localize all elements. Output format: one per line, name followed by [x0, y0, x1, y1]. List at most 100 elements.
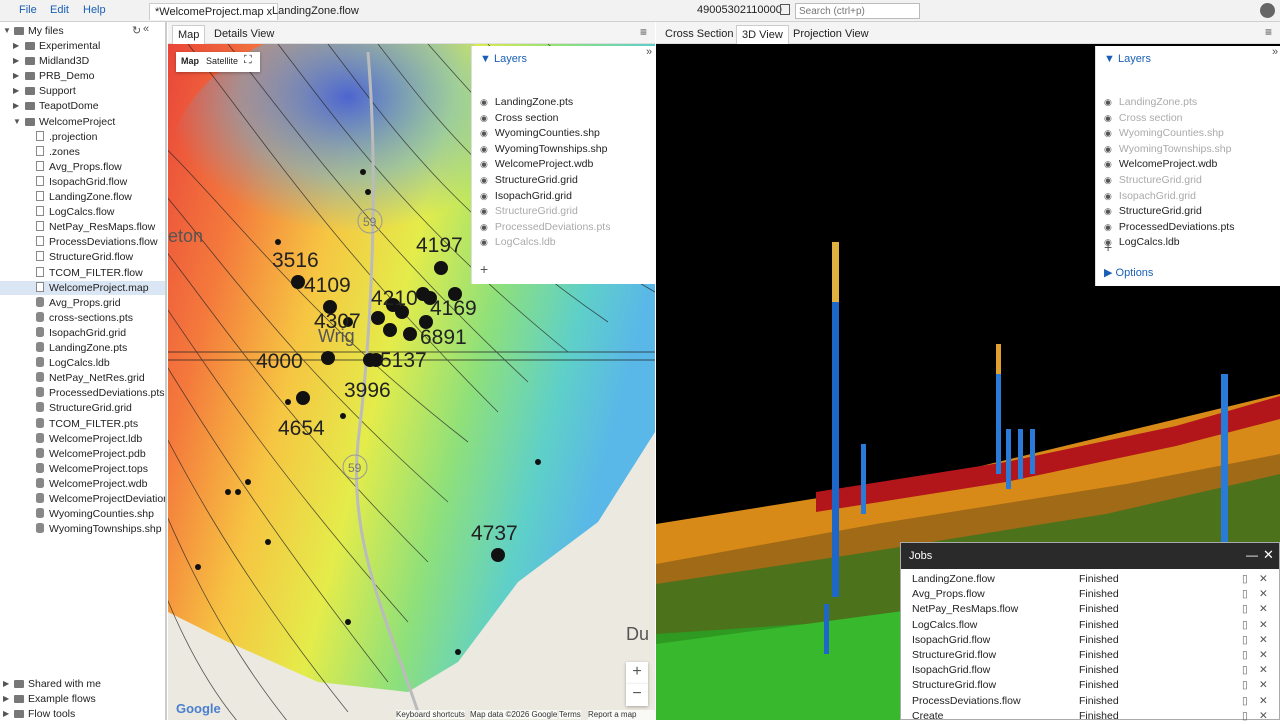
log-file-icon[interactable]: ▯ — [1242, 588, 1248, 600]
eye-icon[interactable]: ◉ — [480, 237, 492, 248]
tree-file[interactable]: LandingZone.pts — [0, 341, 165, 355]
eye-icon[interactable]: ◉ — [480, 206, 492, 217]
layers-header[interactable]: ▼ Layers — [1104, 53, 1151, 65]
log-file-icon[interactable]: ▯ — [1242, 573, 1248, 585]
add-layer-button[interactable]: + — [480, 261, 488, 277]
menu-file[interactable]: File — [19, 4, 37, 16]
well-marker[interactable] — [195, 564, 201, 570]
eye-icon[interactable]: ◉ — [480, 144, 492, 155]
tree-folder[interactable]: TeapotDome — [25, 99, 99, 113]
user-avatar-icon[interactable] — [1260, 3, 1275, 18]
expand-icon[interactable]: ▶ — [13, 41, 19, 50]
dismiss-icon[interactable]: ✕ — [1259, 603, 1268, 615]
tree-file[interactable]: NetPay_ResMaps.flow — [0, 220, 165, 234]
eye-icon[interactable]: ◉ — [1104, 97, 1116, 108]
eye-icon[interactable]: ◉ — [480, 97, 492, 108]
menu-help[interactable]: Help — [83, 4, 106, 16]
well-marker[interactable] — [296, 391, 310, 405]
tree-file[interactable]: cross-sections.pts — [0, 311, 165, 325]
tree-file[interactable]: ProcessedDeviations.pts — [0, 386, 165, 400]
well-marker[interactable] — [245, 479, 251, 485]
tree-file[interactable]: WelcomeProjectDeviations — [0, 492, 165, 506]
eye-icon[interactable]: ◉ — [480, 222, 492, 233]
well-marker[interactable] — [365, 189, 371, 195]
well-marker[interactable] — [265, 539, 271, 545]
eye-icon[interactable]: ◉ — [1104, 206, 1116, 217]
well-marker[interactable] — [360, 169, 366, 175]
eye-icon[interactable]: ◉ — [480, 175, 492, 186]
eye-icon[interactable]: ◉ — [1104, 191, 1116, 202]
layer-item[interactable]: ◉ ProcessedDeviations.pts — [1104, 221, 1234, 235]
menu-icon[interactable]: ≡ — [640, 26, 647, 38]
eye-icon[interactable]: ◉ — [1104, 159, 1116, 170]
expand-icon[interactable]: ▶ — [13, 101, 19, 110]
well-marker[interactable] — [491, 548, 505, 562]
well-marker[interactable] — [455, 649, 461, 655]
expand-icon[interactable]: ▶ — [3, 679, 9, 688]
layer-item[interactable]: ◉ IsopachGrid.grid — [480, 190, 572, 204]
eye-icon[interactable]: ◉ — [1104, 144, 1116, 155]
tree-file[interactable]: TCOM_FILTER.pts — [0, 417, 165, 431]
layer-item[interactable]: ◉ Cross section — [480, 112, 559, 126]
tab-landingzone-flow[interactable]: LandingZone.flow — [267, 3, 364, 20]
attrib-shortcuts[interactable]: Keyboard shortcuts — [396, 710, 465, 719]
layer-item[interactable]: ◉ LandingZone.pts — [1104, 96, 1197, 110]
zoom-out-button[interactable]: − — [626, 684, 648, 706]
dismiss-icon[interactable]: ✕ — [1259, 695, 1268, 707]
log-file-icon[interactable]: ▯ — [1242, 603, 1248, 615]
tree-folder[interactable]: WelcomeProject — [25, 115, 115, 129]
well-marker[interactable] — [383, 323, 397, 337]
close-icon[interactable]: ✕ — [1263, 547, 1274, 563]
refresh-icon[interactable]: ↻ — [132, 24, 141, 37]
tree-file[interactable]: WelcomeProject.ldb — [0, 432, 165, 446]
layer-item[interactable]: ◉ Cross section — [1104, 112, 1183, 126]
eye-icon[interactable]: ◉ — [480, 159, 492, 170]
attrib-report-error[interactable]: Report a map error — [588, 710, 655, 720]
well-marker[interactable] — [371, 311, 385, 325]
tree-file[interactable]: WelcomeProject.tops — [0, 462, 165, 476]
log-file-icon[interactable]: ▯ — [1242, 649, 1248, 661]
tab-projection-view[interactable]: Projection View — [788, 25, 874, 43]
attrib-terms[interactable]: Terms — [559, 710, 581, 719]
tree-file[interactable]: IsopachGrid.flow — [0, 175, 165, 189]
layer-item[interactable]: ◉ StructureGrid.grid — [1104, 174, 1202, 188]
well-marker[interactable] — [535, 459, 541, 465]
tree-file[interactable]: WyomingCounties.shp — [0, 507, 165, 521]
log-file-icon[interactable]: ▯ — [1242, 679, 1248, 691]
fullscreen-icon[interactable]: ⛶ — [244, 54, 252, 67]
eye-icon[interactable]: ◉ — [480, 128, 492, 139]
collapse-panel-icon[interactable]: » — [646, 46, 652, 58]
layer-item[interactable]: ◉ WyomingCounties.shp — [1104, 127, 1224, 141]
tree-file[interactable]: WyomingTownships.shp — [0, 522, 165, 536]
well-marker[interactable] — [235, 489, 241, 495]
tab-3d-view[interactable]: 3D View — [736, 25, 789, 44]
expand-icon[interactable]: ▶ — [13, 71, 19, 80]
layer-item[interactable]: ◉ WelcomeProject.wdb — [480, 158, 593, 172]
well-marker[interactable] — [340, 413, 346, 419]
menu-edit[interactable]: Edit — [50, 4, 69, 16]
expand-icon[interactable]: ▶ — [13, 86, 19, 95]
dismiss-icon[interactable]: ✕ — [1259, 664, 1268, 676]
tree-file[interactable]: IsopachGrid.grid — [0, 326, 165, 340]
layer-item[interactable]: ◉ StructureGrid.grid — [480, 205, 578, 219]
map-type-map[interactable]: Map — [181, 56, 199, 66]
layer-item[interactable]: ◉ WyomingCounties.shp — [480, 127, 600, 141]
copy-icon[interactable] — [780, 4, 790, 15]
layer-item[interactable]: ◉ LogCalcs.ldb — [1104, 236, 1180, 250]
zoom-in-button[interactable]: + — [626, 662, 648, 684]
tree-file[interactable]: .zones — [0, 145, 165, 159]
eye-icon[interactable]: ◉ — [1104, 175, 1116, 186]
tree-file[interactable]: .projection — [0, 130, 165, 144]
expand-icon[interactable]: ▼ — [13, 117, 21, 126]
well-marker[interactable] — [285, 399, 291, 405]
tree-file[interactable]: Avg_Props.grid — [0, 296, 165, 310]
tab-map[interactable]: Map — [172, 25, 206, 44]
tree-file[interactable]: StructureGrid.flow — [0, 250, 165, 264]
tree-section[interactable]: Example flows — [14, 692, 96, 706]
well-marker[interactable] — [345, 619, 351, 625]
tree-folder[interactable]: Support — [25, 84, 76, 98]
well-marker[interactable] — [291, 275, 305, 289]
layer-item[interactable]: ◉ LogCalcs.ldb — [480, 236, 556, 250]
tree-file[interactable]: TCOM_FILTER.flow — [0, 266, 165, 280]
well-marker[interactable] — [434, 261, 448, 275]
